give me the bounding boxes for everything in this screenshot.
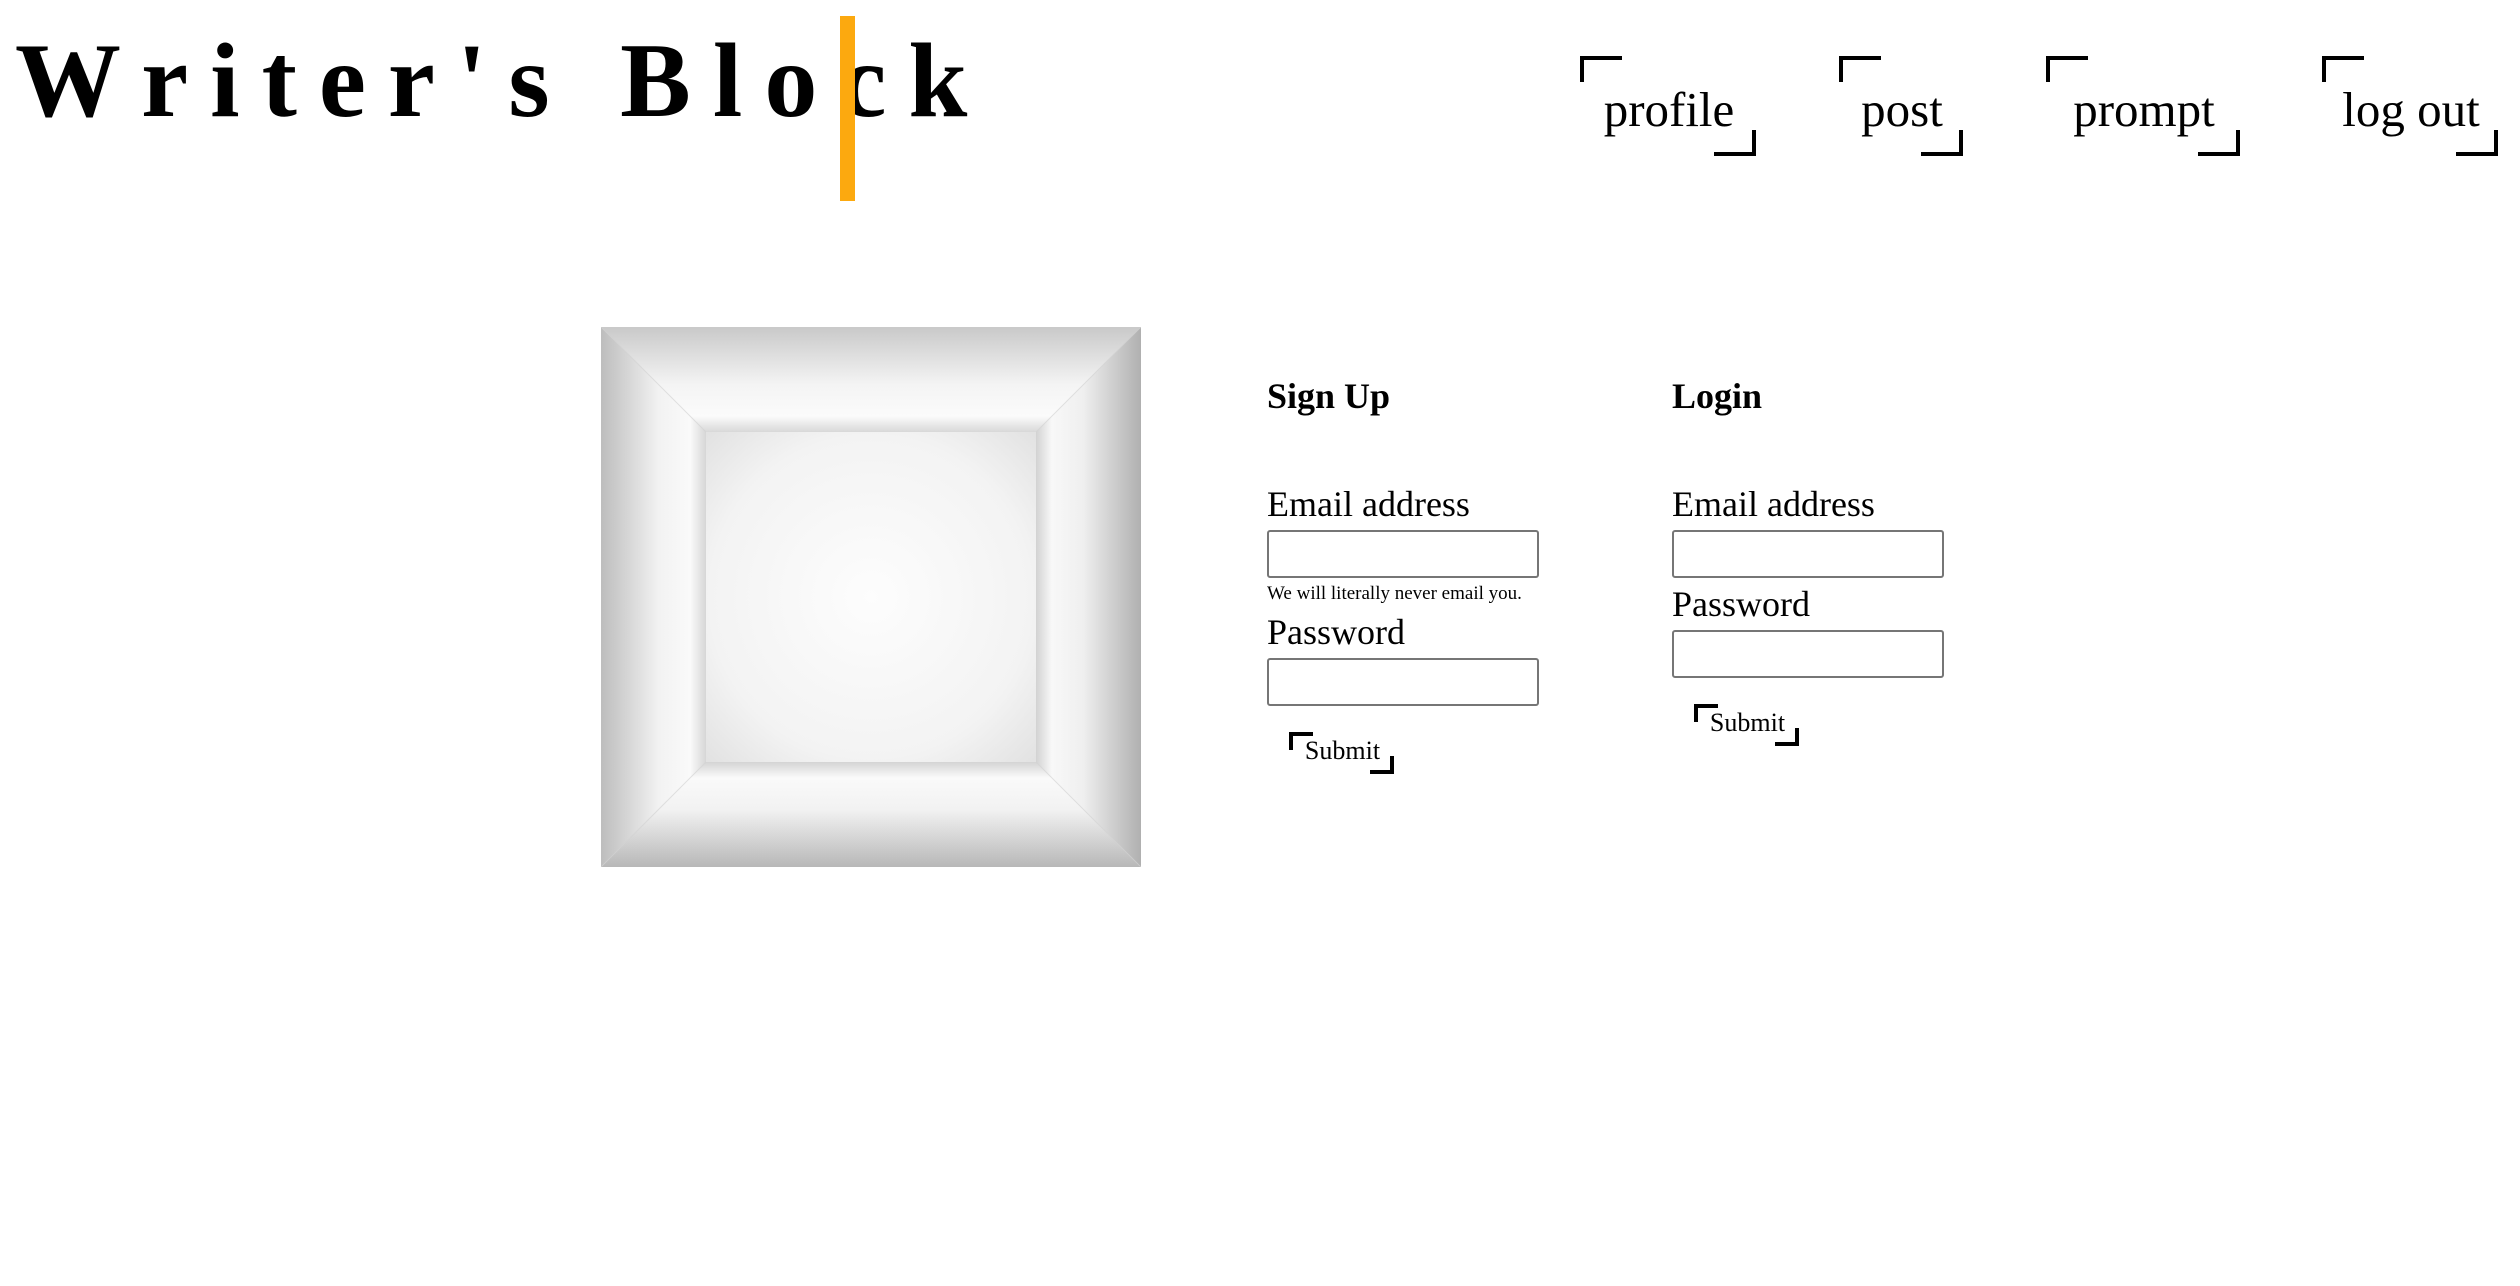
signup-heading: Sign Up [1267,376,1391,416]
login-email-input[interactable] [1672,530,1944,578]
bracket-top-left-icon [1839,56,1881,82]
bracket-top-left-icon [2046,56,2088,82]
nav-profile-button[interactable]: profile [1580,56,1756,156]
title-cursor-bar [840,16,855,201]
signup-password-input[interactable] [1267,658,1539,706]
nav-post-button[interactable]: post [1839,56,1963,156]
signup-form: Sign Up Email address We will literally … [1267,375,1567,795]
signup-email-label: Email address [1267,484,1470,524]
login-password-label: Password [1672,584,1811,624]
signup-password-label: Password [1267,612,1406,652]
bracket-top-left-icon [2322,56,2364,82]
login-email-label: Email address [1672,484,1875,524]
empty-box-icon [601,327,1141,867]
bracket-bottom-right-icon [2456,130,2498,156]
bracket-bottom-right-icon [1775,728,1799,746]
nav-prompt-button[interactable]: prompt [2046,56,2240,156]
bracket-bottom-right-icon [1921,130,1963,156]
bracket-bottom-right-icon [1370,756,1394,774]
nav-logout-button[interactable]: log out [2322,56,2498,156]
bracket-bottom-right-icon [2198,130,2240,156]
login-heading: Login [1672,376,1763,416]
signup-email-help-text: We will literally never email you. [1267,583,1522,604]
bracket-top-left-icon [1580,56,1622,82]
login-password-input[interactable] [1672,630,1944,678]
login-form: Login Email address Password Submit [1672,375,1972,775]
bracket-bottom-right-icon [1714,130,1756,156]
page: Writer's Block profile post prompt log o… [0,0,2520,1286]
login-submit-button[interactable]: Submit [1694,704,1799,746]
signup-email-input[interactable] [1267,530,1539,578]
signup-submit-button[interactable]: Submit [1289,732,1394,774]
